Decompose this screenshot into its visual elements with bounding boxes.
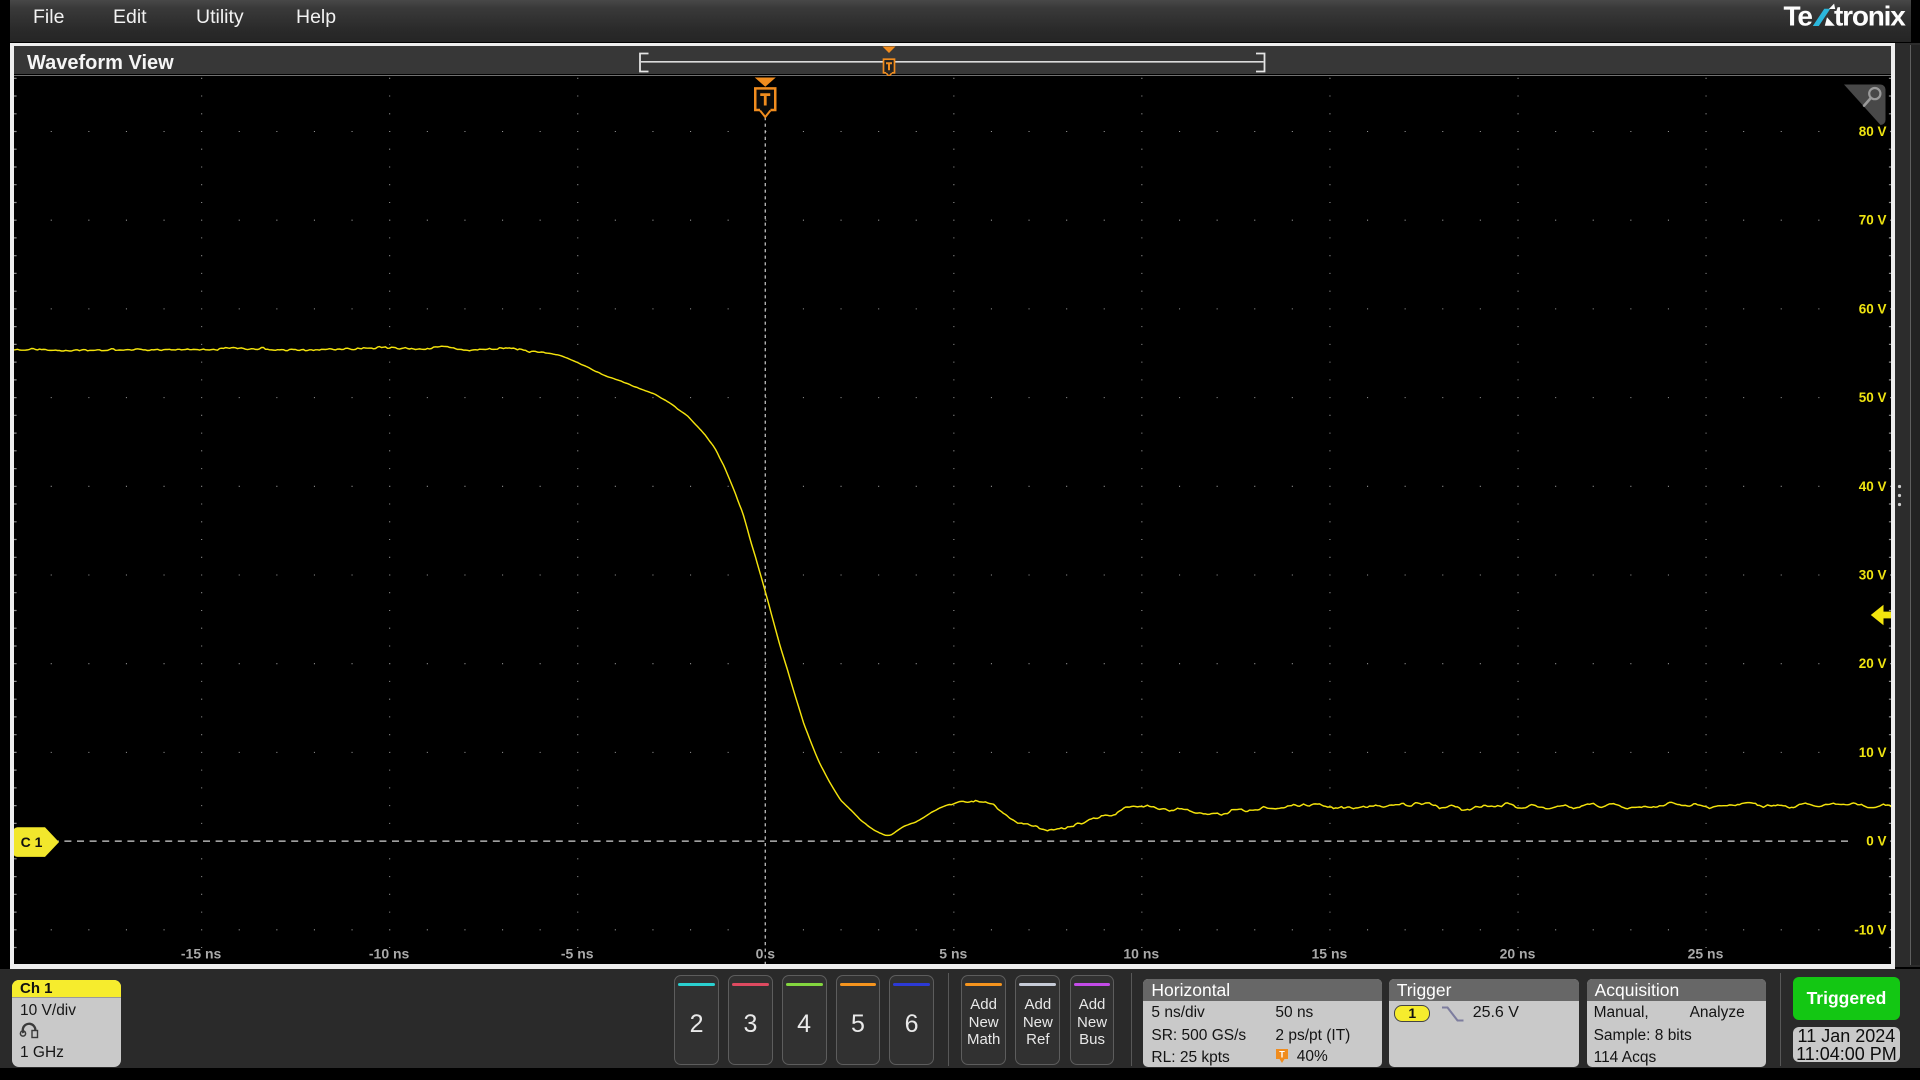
svg-text:70 V: 70 V xyxy=(1858,213,1886,228)
svg-text:80 V: 80 V xyxy=(1858,124,1886,139)
svg-text:40 V: 40 V xyxy=(1858,479,1886,494)
svg-text:tronix: tronix xyxy=(1834,1,1906,32)
svg-text:50 V: 50 V xyxy=(1858,390,1886,405)
svg-text:10 V: 10 V xyxy=(1858,745,1886,760)
svg-text:10 ns: 10 ns xyxy=(1123,945,1159,961)
svg-text:-15 ns: -15 ns xyxy=(180,945,221,961)
svg-text:C 1: C 1 xyxy=(20,834,42,850)
svg-text:20 ns: 20 ns xyxy=(1499,945,1535,961)
svg-text:-10 ns: -10 ns xyxy=(368,945,409,961)
svg-text:T: T xyxy=(1280,1050,1286,1060)
svg-text:60 V: 60 V xyxy=(1858,301,1886,316)
svg-text:5 ns: 5 ns xyxy=(939,945,967,961)
svg-text:0 V: 0 V xyxy=(1866,834,1886,849)
svg-text:Te: Te xyxy=(1784,1,1813,32)
svg-text:-10 V: -10 V xyxy=(1854,922,1886,937)
svg-text:-5 ns: -5 ns xyxy=(560,945,593,961)
svg-text:0 s: 0 s xyxy=(755,945,775,961)
svg-text:25 ns: 25 ns xyxy=(1687,945,1723,961)
svg-text:30 V: 30 V xyxy=(1858,567,1886,582)
svg-text:15 ns: 15 ns xyxy=(1311,945,1347,961)
svg-text:20 V: 20 V xyxy=(1858,656,1886,671)
